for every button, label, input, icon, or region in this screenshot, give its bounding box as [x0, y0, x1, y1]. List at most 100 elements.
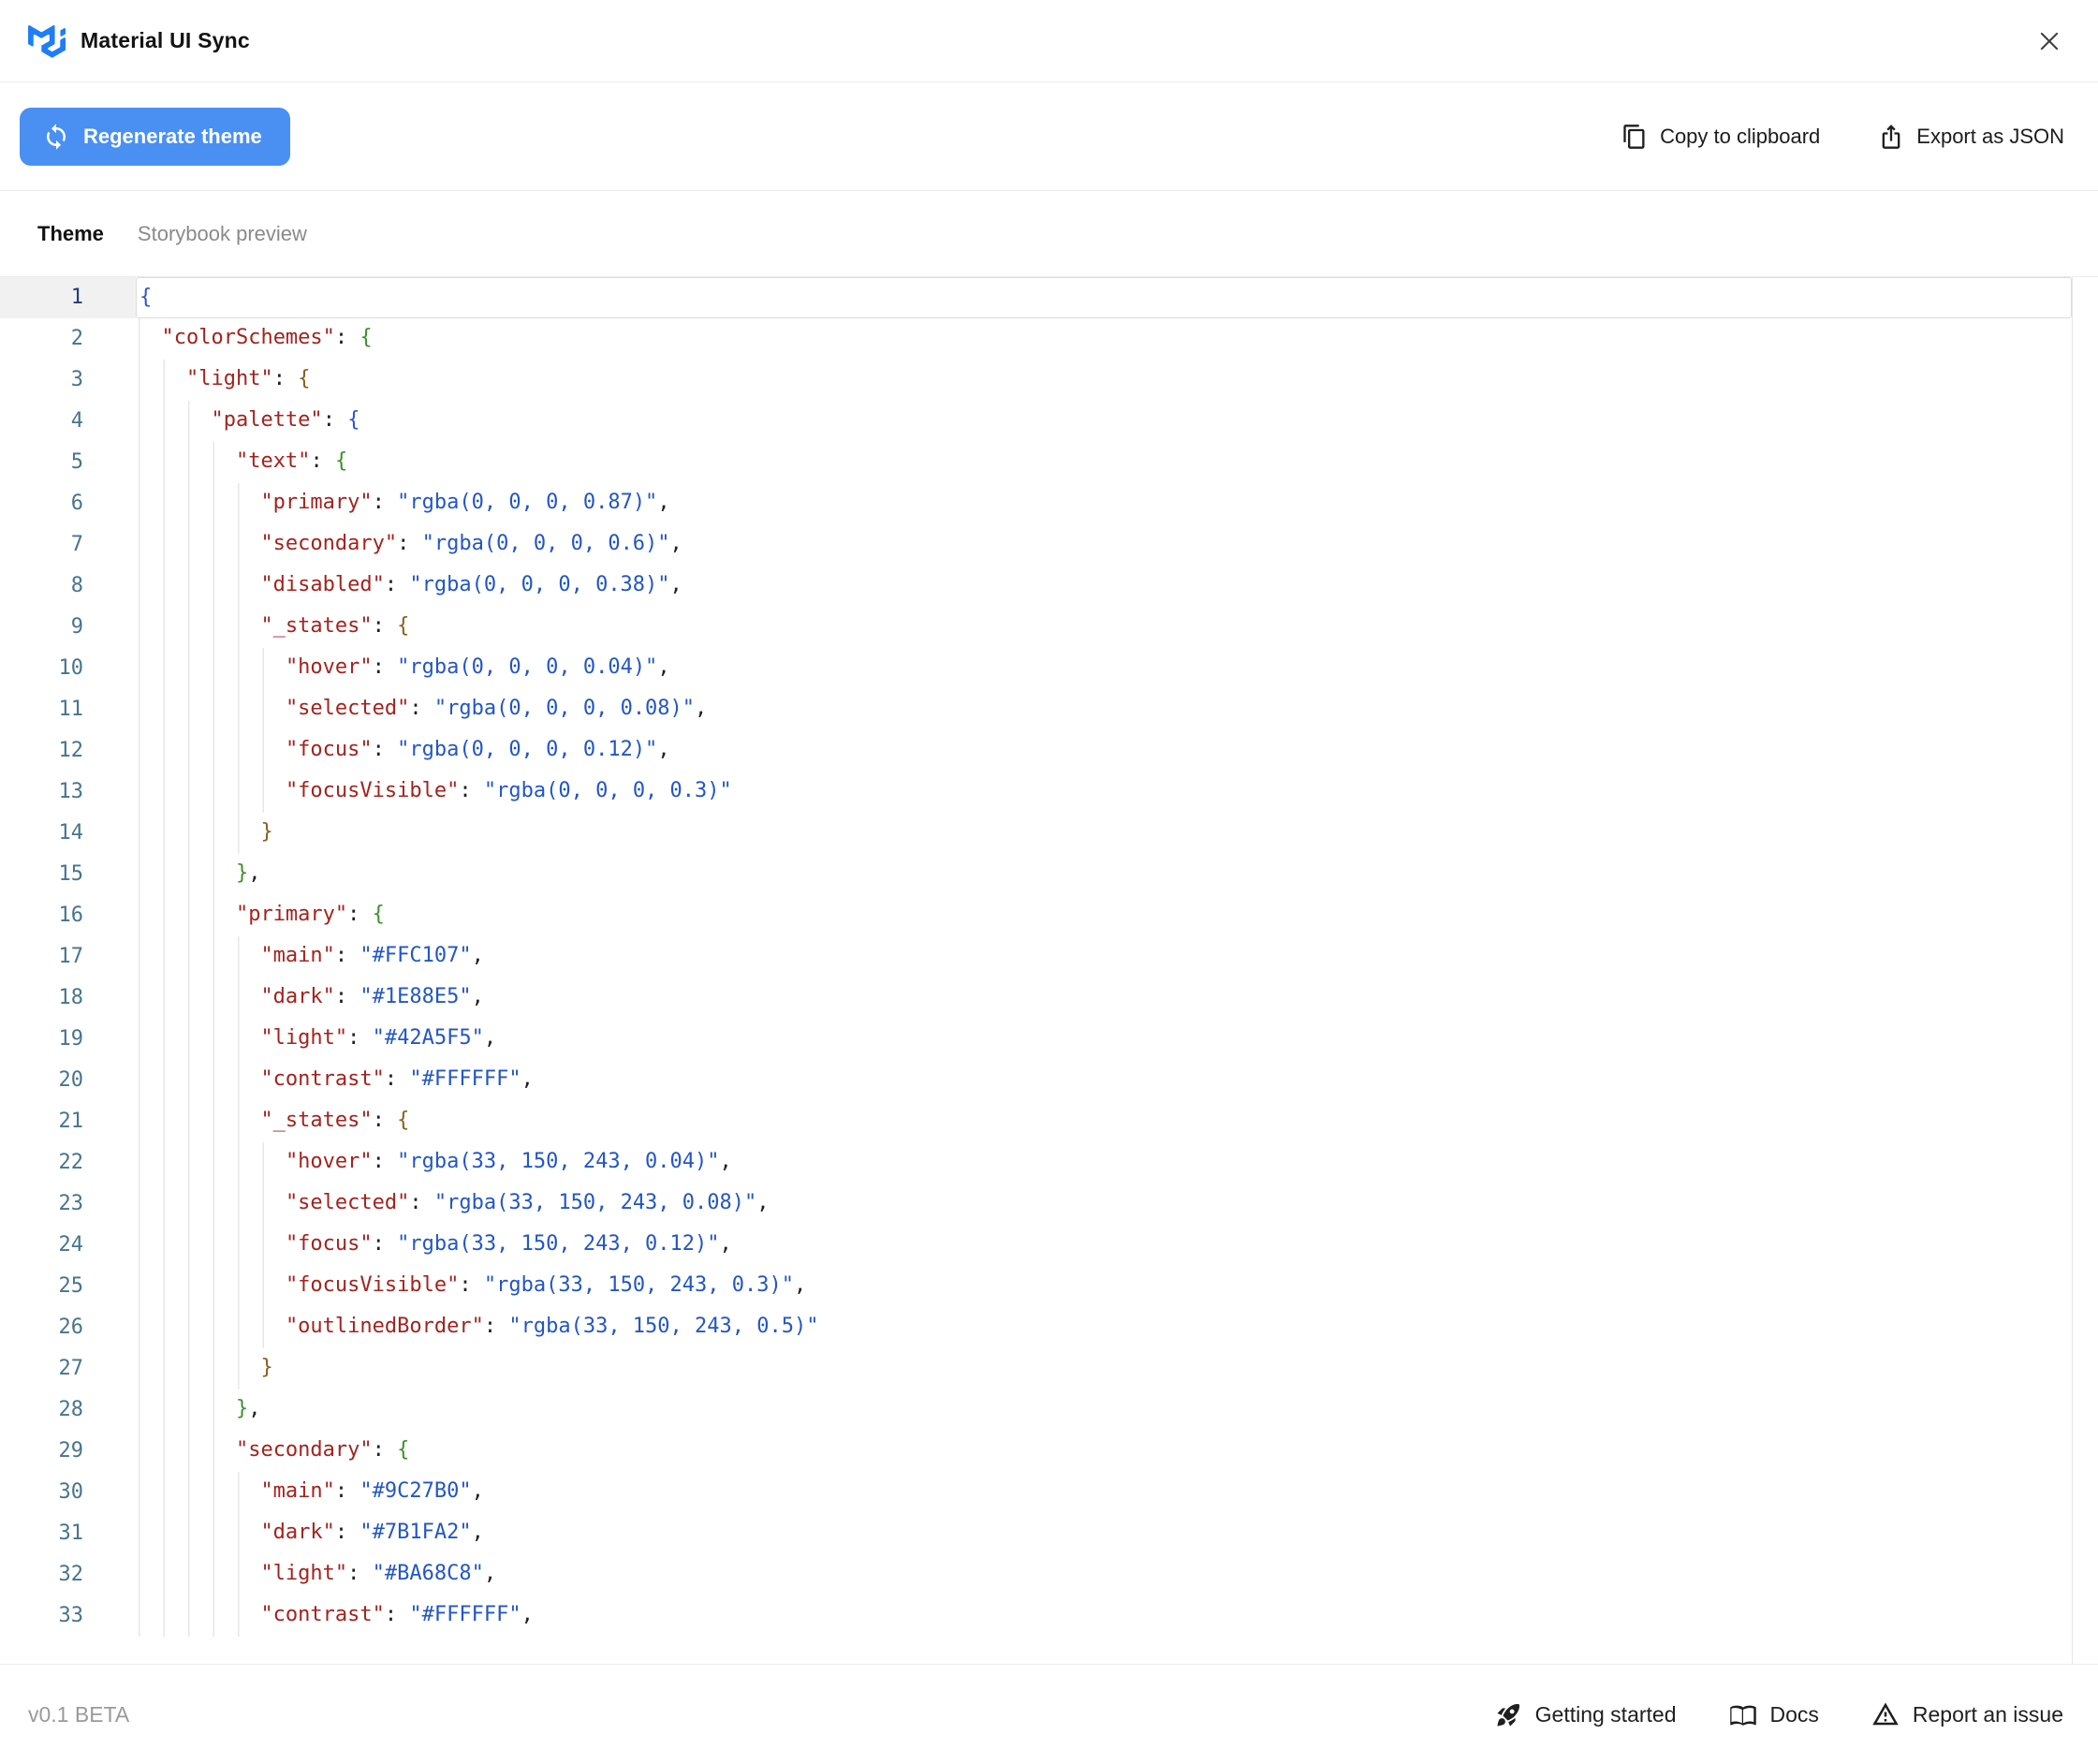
code-line[interactable]: 25"focusVisible": "rgba(33, 150, 243, 0.… — [0, 1266, 2072, 1307]
code-line[interactable]: 21"_states": { — [0, 1101, 2072, 1142]
code-token: "#42A5F5" — [373, 1019, 484, 1060]
export-as-json-label: Export as JSON — [1916, 125, 2064, 149]
code-token: , — [756, 1183, 769, 1225]
code-token: , — [248, 854, 260, 895]
code-line[interactable]: 10"hover": "rgba(0, 0, 0, 0.04)", — [0, 648, 2072, 689]
code-token: "light" — [260, 1019, 347, 1060]
code-line[interactable]: 17"main": "#FFC107", — [0, 936, 2072, 978]
indent-guides — [139, 1183, 286, 1225]
code-line[interactable]: 5"text": { — [0, 442, 2072, 483]
code-line[interactable]: 30"main": "#9C27B0", — [0, 1472, 2072, 1513]
code-token: { — [359, 318, 372, 360]
indent-guides — [139, 318, 161, 360]
code-line[interactable]: 2"colorSchemes": { — [0, 318, 2072, 360]
indent-guides — [139, 813, 260, 854]
code-token: : — [335, 936, 360, 978]
code-line[interactable]: 33"contrast": "#FFFFFF", — [0, 1595, 2072, 1637]
indent-guides — [139, 566, 260, 607]
line-number: 10 — [0, 648, 136, 689]
code-token: "rgba(0, 0, 0, 0.08)" — [434, 689, 695, 730]
indent-guides — [139, 1266, 286, 1307]
docs-link[interactable]: Docs — [1729, 1700, 1819, 1728]
code-line[interactable]: 22"hover": "rgba(33, 150, 243, 0.04)", — [0, 1142, 2072, 1183]
code-token: "rgba(33, 150, 243, 0.12)" — [397, 1225, 719, 1266]
line-number: 30 — [0, 1472, 136, 1513]
indent-guides — [139, 978, 260, 1019]
code-token: : — [385, 566, 410, 607]
code-line[interactable]: 8"disabled": "rgba(0, 0, 0, 0.38)", — [0, 566, 2072, 607]
code-line[interactable]: 16"primary": { — [0, 895, 2072, 936]
code-token: "#9C27B0" — [359, 1472, 471, 1513]
code-line[interactable]: 12"focus": "rgba(0, 0, 0, 0.12)", — [0, 730, 2072, 772]
code-line[interactable]: 9"_states": { — [0, 607, 2072, 648]
code-token: "primary" — [236, 895, 347, 936]
line-number: 11 — [0, 689, 136, 730]
export-icon — [1878, 124, 1904, 150]
code-token: { — [347, 401, 359, 442]
line-number: 20 — [0, 1060, 136, 1101]
close-button[interactable] — [2029, 21, 2070, 62]
code-token: : — [409, 689, 434, 730]
code-line[interactable]: 24"focus": "rgba(33, 150, 243, 0.12)", — [0, 1225, 2072, 1266]
code-line[interactable]: 18"dark": "#1E88E5", — [0, 978, 2072, 1019]
code-token: "outlinedBorder" — [286, 1307, 484, 1348]
copy-icon — [1621, 124, 1648, 150]
code-lines: 1{2"colorSchemes": {3"light": {4"palette… — [0, 277, 2072, 1637]
code-line[interactable]: 7"secondary": "rgba(0, 0, 0, 0.6)", — [0, 524, 2072, 566]
code-line[interactable]: 26"outlinedBorder": "rgba(33, 150, 243, … — [0, 1307, 2072, 1348]
code-line[interactable]: 31"dark": "#7B1FA2", — [0, 1513, 2072, 1554]
code-token: } — [260, 1348, 272, 1389]
indent-guides — [139, 1060, 260, 1101]
copy-to-clipboard-label: Copy to clipboard — [1660, 125, 1820, 149]
tab-storybook-preview[interactable]: Storybook preview — [138, 222, 307, 246]
mui-logo-icon — [28, 24, 66, 58]
regenerate-theme-label: Regenerate theme — [83, 125, 262, 149]
line-number: 28 — [0, 1389, 136, 1431]
line-number: 19 — [0, 1019, 136, 1060]
code-token: "main" — [260, 936, 334, 978]
code-token: "light" — [186, 360, 273, 401]
code-token: "#FFFFFF" — [409, 1595, 521, 1637]
code-line[interactable]: 6"primary": "rgba(0, 0, 0, 0.87)", — [0, 483, 2072, 524]
code-token: : — [273, 360, 299, 401]
code-token: "rgba(0, 0, 0, 0.04)" — [397, 648, 657, 689]
header: Material UI Sync — [0, 0, 2098, 82]
code-token: } — [236, 1389, 248, 1431]
code-line[interactable]: 1{ — [0, 277, 2072, 318]
code-line[interactable]: 20"contrast": "#FFFFFF", — [0, 1060, 2072, 1101]
code-token: , — [484, 1554, 496, 1595]
code-line[interactable]: 19"light": "#42A5F5", — [0, 1019, 2072, 1060]
code-token: : — [397, 524, 422, 566]
code-line[interactable]: 3"light": { — [0, 360, 2072, 401]
code-token: { — [373, 895, 385, 936]
tab-theme[interactable]: Theme — [37, 222, 104, 246]
line-number: 33 — [0, 1595, 136, 1637]
getting-started-link[interactable]: Getting started — [1495, 1701, 1677, 1728]
code-line[interactable]: 28}, — [0, 1389, 2072, 1431]
warning-icon — [1871, 1700, 1900, 1728]
code-token: "palette" — [211, 401, 322, 442]
report-an-issue-link[interactable]: Report an issue — [1871, 1700, 2063, 1728]
code-token: : — [373, 1101, 398, 1142]
code-line[interactable]: 15}, — [0, 854, 2072, 895]
export-as-json-button[interactable]: Export as JSON — [1878, 124, 2064, 150]
code-line[interactable]: 4"palette": { — [0, 401, 2072, 442]
indent-guides — [139, 895, 236, 936]
line-number: 25 — [0, 1266, 136, 1307]
regenerate-theme-button[interactable]: Regenerate theme — [20, 108, 290, 166]
code-line[interactable]: 13"focusVisible": "rgba(0, 0, 0, 0.3)" — [0, 772, 2072, 813]
line-number: 21 — [0, 1101, 136, 1142]
code-line[interactable]: 23"selected": "rgba(33, 150, 243, 0.08)"… — [0, 1183, 2072, 1225]
indent-guides — [139, 483, 260, 524]
code-line[interactable]: 32"light": "#BA68C8", — [0, 1554, 2072, 1595]
code-token: : — [385, 1595, 410, 1637]
code-line[interactable]: 11"selected": "rgba(0, 0, 0, 0.08)", — [0, 689, 2072, 730]
code-token: : — [310, 442, 335, 483]
line-number: 13 — [0, 772, 136, 813]
code-editor[interactable]: 1{2"colorSchemes": {3"light": {4"palette… — [0, 277, 2073, 1664]
code-token: , — [472, 1472, 484, 1513]
code-line[interactable]: 14} — [0, 813, 2072, 854]
code-line[interactable]: 29"secondary": { — [0, 1431, 2072, 1472]
copy-to-clipboard-button[interactable]: Copy to clipboard — [1621, 124, 1820, 150]
code-line[interactable]: 27} — [0, 1348, 2072, 1389]
